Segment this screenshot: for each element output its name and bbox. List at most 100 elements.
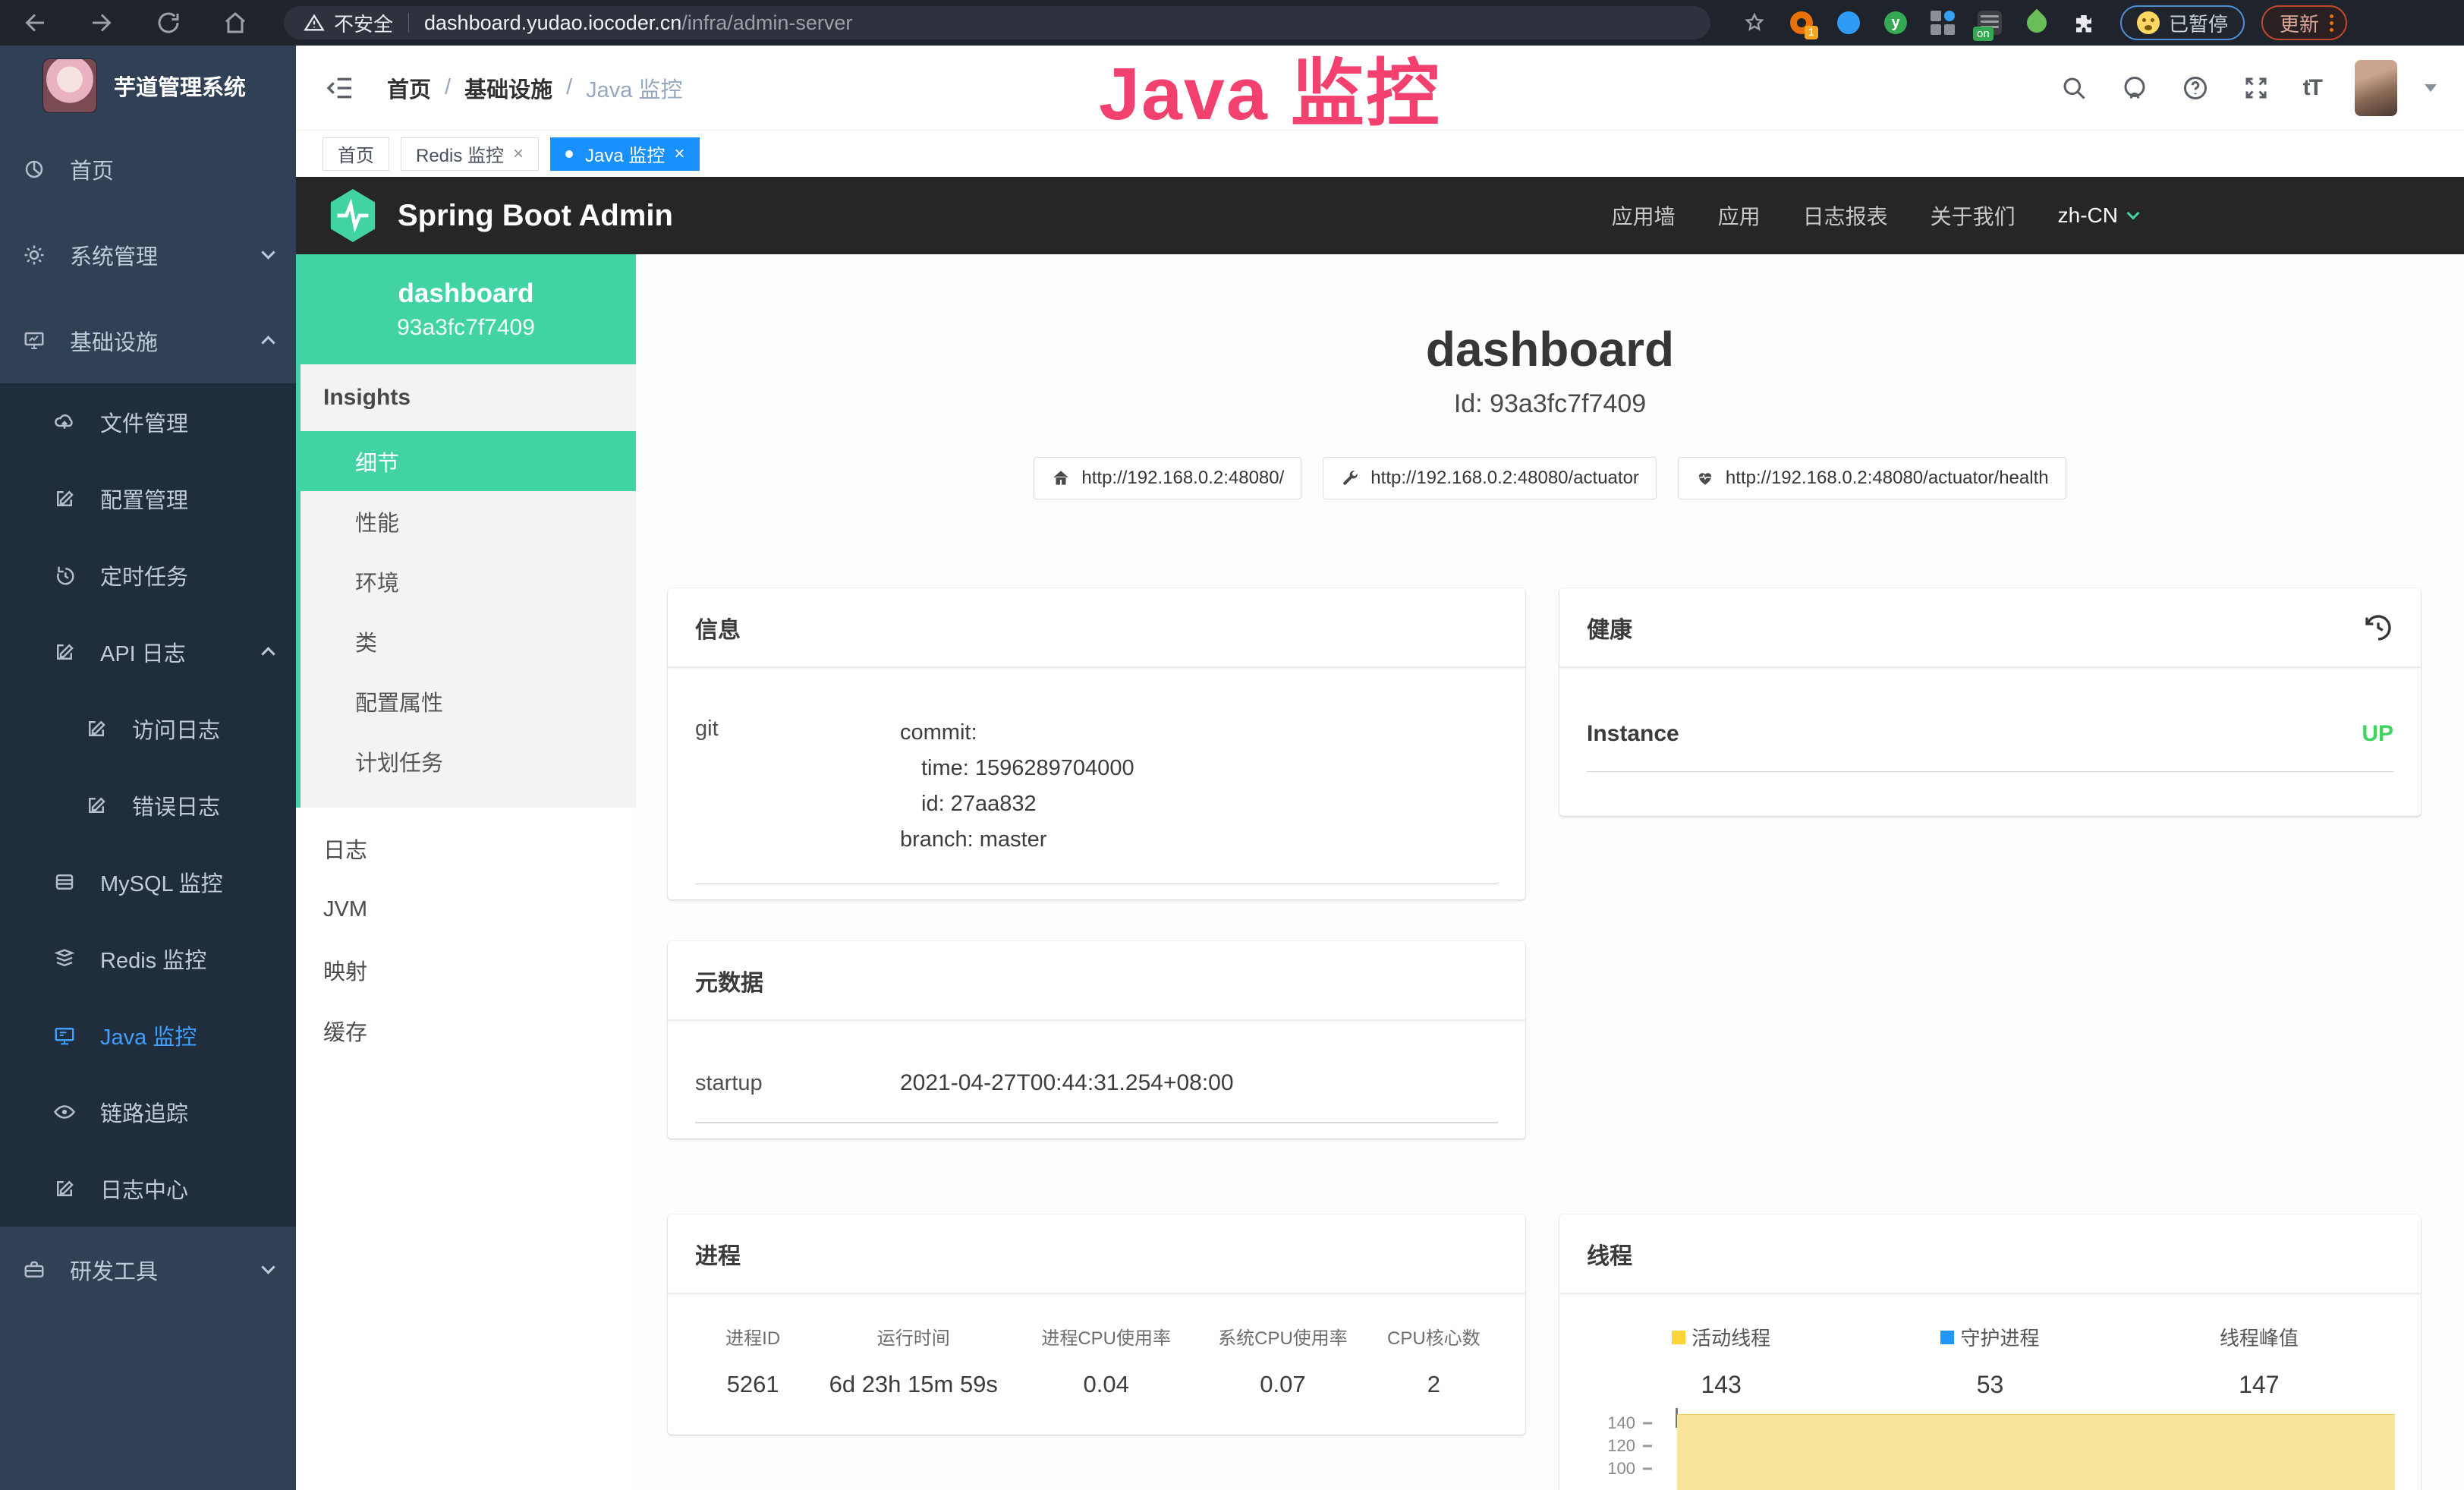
- sidebar-item-log-center[interactable]: 日志中心: [0, 1150, 296, 1227]
- extension-orange-icon[interactable]: 1: [1788, 9, 1815, 36]
- startup-value: 2021-04-27T00:44:31.254+08:00: [900, 1070, 1234, 1096]
- edit-icon: [53, 487, 76, 510]
- sidebar-item-infra[interactable]: 基础设施: [0, 298, 296, 383]
- avatar[interactable]: [2355, 60, 2397, 116]
- sba-side-item-scheduled[interactable]: 计划任务: [301, 731, 636, 791]
- browser-back-icon[interactable]: [21, 9, 49, 36]
- legend-swatch-yellow: [1672, 1331, 1685, 1344]
- close-icon[interactable]: ×: [674, 143, 684, 165]
- paused-chip[interactable]: 已暂停: [2120, 5, 2245, 40]
- extension-grid-icon[interactable]: [1929, 9, 1956, 36]
- legend-daemon-threads: 守护进程: [1855, 1323, 2124, 1351]
- tab-redis[interactable]: Redis 监控 ×: [401, 137, 539, 171]
- sidebar-item-dev-tools[interactable]: 研发工具: [0, 1227, 296, 1312]
- sidebar-item-trace[interactable]: 链路追踪: [0, 1073, 296, 1150]
- extension-badge: 1: [1805, 26, 1818, 39]
- startup-label: startup: [695, 1069, 900, 1096]
- legend-active-threads: 活动线程: [1587, 1323, 1855, 1351]
- sba-side-item-caches[interactable]: 缓存: [296, 1000, 636, 1061]
- sba-side-item-metrics[interactable]: 性能: [301, 491, 636, 551]
- browser-update-button[interactable]: 更新: [2261, 5, 2347, 40]
- browser-home-icon[interactable]: [222, 9, 249, 36]
- sba-side-item-details[interactable]: 细节: [301, 431, 636, 491]
- layers-icon: [53, 947, 76, 970]
- database-icon: [53, 871, 76, 893]
- actuator-url-chip[interactable]: http://192.168.0.2:48080/actuator: [1323, 457, 1657, 499]
- fullscreen-icon[interactable]: [2242, 74, 2270, 102]
- sba-side-item-env[interactable]: 环境: [301, 551, 636, 611]
- annotation-text: Java 监控: [1099, 33, 1441, 140]
- sba-side-item-logs[interactable]: 日志: [296, 818, 636, 879]
- chevron-down-icon: [261, 1260, 275, 1274]
- ytick-140: 140: [1587, 1413, 1635, 1433]
- close-icon[interactable]: ×: [513, 143, 524, 165]
- info-card: 信息 git commit: time: 1596289704000 id: 2…: [668, 588, 1525, 899]
- user-caret-icon[interactable]: [2425, 84, 2437, 92]
- extensions-puzzle-icon[interactable]: [2070, 9, 2097, 36]
- extension-on-icon[interactable]: on: [1976, 9, 2003, 36]
- health-url-chip[interactable]: http://192.168.0.2:48080/actuator/health: [1678, 457, 2066, 499]
- startup-row: startup 2021-04-27T00:44:31.254+08:00: [695, 1069, 1498, 1123]
- font-size-icon[interactable]: tT: [2303, 75, 2321, 101]
- health-card-title: 健康: [1587, 611, 1632, 644]
- process-table-values: 5261 6d 23h 15m 59s 0.04 0.07 2: [695, 1350, 1498, 1398]
- spring-boot-admin-logo: [326, 185, 379, 246]
- sidebar-item-redis[interactable]: Redis 监控: [0, 920, 296, 997]
- screenshot-root: 不安全 dashboard.yudao.iocoder.cn /infra/ad…: [0, 0, 2464, 1490]
- header-actions: tT: [2060, 60, 2437, 116]
- sidebar-item-error-log[interactable]: 错误日志: [0, 767, 296, 843]
- sidebar-item-api-log[interactable]: API 日志: [0, 613, 296, 690]
- browser-forward-icon[interactable]: [88, 9, 115, 36]
- search-icon[interactable]: [2060, 74, 2088, 102]
- sba-side-item-configprops[interactable]: 配置属性: [301, 671, 636, 731]
- chevron-down-icon: [2127, 207, 2140, 220]
- github-icon[interactable]: [2121, 74, 2148, 102]
- wrench-icon: [1340, 468, 1360, 488]
- history-icon[interactable]: [2363, 613, 2393, 643]
- extension-leaf-icon[interactable]: [2023, 9, 2050, 36]
- sidebar-fold-icon[interactable]: [325, 73, 355, 103]
- sba-nav-applications[interactable]: 应用: [1718, 200, 1761, 231]
- git-row: git commit: time: 1596289704000 id: 27aa…: [695, 715, 1498, 884]
- sidebar-item-config[interactable]: 配置管理: [0, 460, 296, 537]
- sba-nav-journal[interactable]: 日志报表: [1803, 200, 1888, 231]
- sba-nav-about[interactable]: 关于我们: [1931, 200, 2016, 231]
- breadcrumb-infra[interactable]: 基础设施: [464, 72, 552, 104]
- sidebar-item-home[interactable]: 首页: [0, 126, 296, 212]
- sba-side-others: 日志 JVM 映射 缓存: [296, 818, 636, 1061]
- sidebar-item-system[interactable]: 系统管理: [0, 212, 296, 298]
- bookmark-star-icon[interactable]: [1741, 9, 1768, 36]
- service-url-chip[interactable]: http://192.168.0.2:48080/: [1034, 457, 1301, 499]
- sba-brand[interactable]: Spring Boot Admin: [398, 199, 673, 233]
- extension-pin-icon[interactable]: [1835, 9, 1862, 36]
- help-icon[interactable]: [2182, 74, 2209, 102]
- not-secure-warning-icon[interactable]: [304, 12, 325, 33]
- page-title: dashboard: [636, 321, 2464, 377]
- sidebar-item-mysql[interactable]: MySQL 监控: [0, 843, 296, 920]
- address-bar[interactable]: 不安全 dashboard.yudao.iocoder.cn /infra/ad…: [284, 6, 1710, 39]
- sba-side-item-classes[interactable]: 类: [301, 611, 636, 671]
- sidebar-item-job[interactable]: 定时任务: [0, 537, 296, 613]
- sba-instance-sidebar: dashboard 93a3fc7f7409 Insights 细节 性能 环境…: [296, 254, 636, 1490]
- breadcrumb-home[interactable]: 首页: [387, 72, 431, 104]
- tab-java[interactable]: Java 监控 ×: [550, 137, 700, 171]
- sba-locale-select[interactable]: zh-CN: [2058, 203, 2138, 228]
- sba-nav-wallboard[interactable]: 应用墙: [1612, 200, 1676, 231]
- instance-header[interactable]: dashboard 93a3fc7f7409: [296, 254, 636, 364]
- app-logo-row[interactable]: 芋道管理系统: [0, 46, 296, 126]
- browser-menu-icon[interactable]: [2330, 14, 2333, 32]
- threads-chart: 140 120 100: [1587, 1408, 2395, 1490]
- metadata-card-title: 元数据: [668, 941, 1525, 1021]
- uptime-value: 6d 23h 15m 59s: [810, 1371, 1016, 1398]
- home-icon: [1051, 468, 1071, 488]
- legend-swatch-blue: [1940, 1331, 1954, 1344]
- breadcrumb-current: Java 监控: [586, 72, 682, 104]
- sba-side-item-mappings[interactable]: 映射: [296, 940, 636, 1000]
- sba-side-item-jvm[interactable]: JVM: [296, 879, 636, 940]
- sidebar-item-file[interactable]: 文件管理: [0, 383, 296, 460]
- tab-home[interactable]: 首页: [323, 137, 389, 171]
- extension-green-icon[interactable]: y: [1882, 9, 1909, 36]
- sidebar-item-java[interactable]: Java 监控: [0, 997, 296, 1073]
- sidebar-item-access-log[interactable]: 访问日志: [0, 690, 296, 767]
- browser-reload-icon[interactable]: [155, 9, 182, 36]
